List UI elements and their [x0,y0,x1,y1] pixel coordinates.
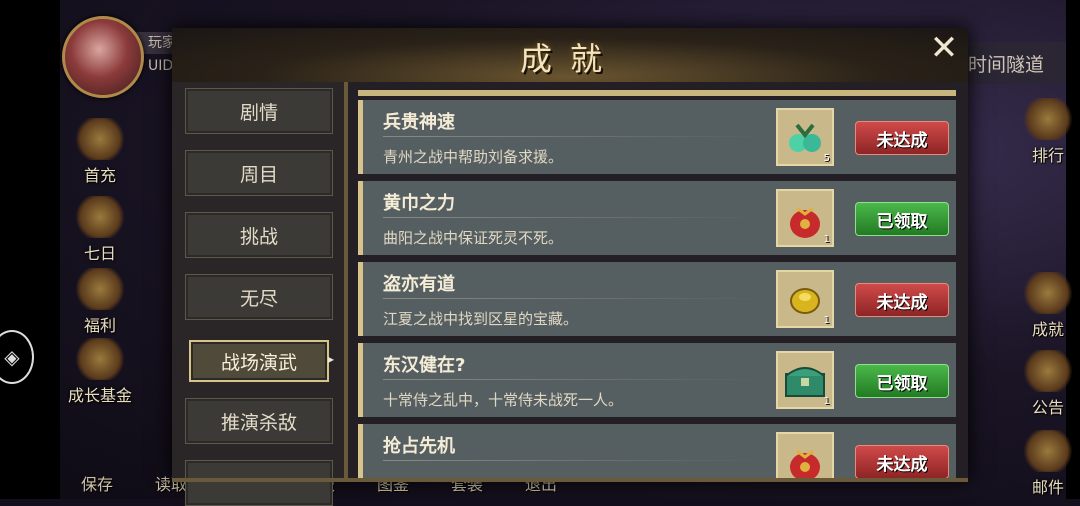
status-badge[interactable]: 未达成 [855,445,949,479]
bottom-save[interactable]: 保存 [60,470,134,499]
tab-deduce-kill[interactable]: 推演杀敌 [185,398,333,444]
player-avatar[interactable] [62,16,144,98]
achievement-card: 抢占先机 未达成 [358,424,956,480]
screen-left-edge [0,0,60,499]
nav-divider [344,82,348,480]
reward-slot[interactable]: 1 [776,351,834,409]
tab-more[interactable] [185,460,333,506]
welfare-icon [75,268,125,310]
achievement-icon [1023,272,1073,314]
growth-fund-icon [75,338,125,380]
tab-challenge[interactable]: 挑战 [185,212,333,258]
menu-ranking[interactable]: 排行 [1016,98,1080,166]
achievement-name: 东汉健在? [383,355,466,376]
announcement-icon [1023,350,1073,392]
status-badge[interactable]: 未达成 [855,283,949,317]
screen-right-edge [1066,0,1080,499]
menu-first-recharge[interactable]: 首充 [68,118,132,186]
mail-icon [1023,430,1073,472]
menu-seven-days[interactable]: 七日 [68,196,132,264]
reward-slot[interactable]: 5 [776,108,834,166]
jade-chest-icon [785,367,825,397]
reward-slot[interactable] [776,432,834,480]
tab-endless[interactable]: 无尽 [185,274,333,320]
ranking-icon [1023,98,1073,140]
menu-mail[interactable]: 邮件 [1016,430,1080,498]
achievement-card: 黄巾之力 曲阳之战中保证死灵不死。 1 已领取 [358,181,956,255]
achievement-name: 黄巾之力 [383,193,455,214]
menu-achievement[interactable]: 成就 [1016,272,1080,340]
active-tab-arrow-icon: ▸ [328,352,335,366]
dialog-bottom-edge [172,478,968,482]
dialog-title: 成就 [519,40,620,78]
tab-story[interactable]: 剧情 [185,88,333,134]
jade-gourd-icon [789,123,821,152]
close-icon[interactable]: ✕ [924,28,964,68]
red-bag-icon [790,449,820,480]
first-recharge-icon [75,118,125,160]
achievement-desc: 十常侍之乱中，十常侍未战死一人。 [383,391,624,409]
achievement-name: 兵贵神速 [383,112,455,133]
menu-announcement[interactable]: 公告 [1016,350,1080,418]
status-badge[interactable]: 已领取 [855,364,949,398]
gold-ingot-icon [790,288,820,314]
tab-battlefield[interactable]: 战场演武 [189,340,329,382]
achievement-list[interactable]: 兵贵神速 青州之战中帮助刘备求援。 5 未达成 黄巾之力 曲阳之战中保证死灵不死… [358,90,956,480]
achievement-name: 盗亦有道 [383,274,455,295]
reward-slot[interactable]: 1 [776,189,834,247]
status-badge[interactable]: 未达成 [855,121,949,155]
menu-growth-fund[interactable]: 成长基金 [62,338,138,406]
menu-welfare[interactable]: 福利 [68,268,132,336]
achievement-desc: 青州之战中帮助刘备求援。 [383,148,564,166]
status-badge[interactable]: 已领取 [855,202,949,236]
achievement-desc: 江夏之战中找到区星的宝藏。 [383,310,579,328]
achievement-desc: 曲阳之战中保证死灵不死。 [383,229,564,247]
reward-slot[interactable]: 1 [776,270,834,328]
category-nav: 剧情 周目 挑战 无尽 战场演武 ▸ 推演杀敌 [172,82,346,506]
achievement-name: 抢占先机 [383,436,455,457]
achievement-card: 盗亦有道 江夏之战中找到区星的宝藏。 1 未达成 [358,262,956,336]
tab-cycle[interactable]: 周目 [185,150,333,196]
list-top-edge [358,90,956,96]
red-bag-icon [790,206,820,238]
seven-days-icon [75,196,125,238]
achievement-dialog: 成就 ✕ 剧情 周目 挑战 无尽 战场演武 ▸ 推演杀敌 兵贵神速 青州之战中帮… [172,28,968,506]
achievement-card: 东汉健在? 十常侍之乱中，十常侍未战死一人。 1 已领取 [358,343,956,417]
achievement-card: 兵贵神速 青州之战中帮助刘备求援。 5 未达成 [358,100,956,174]
